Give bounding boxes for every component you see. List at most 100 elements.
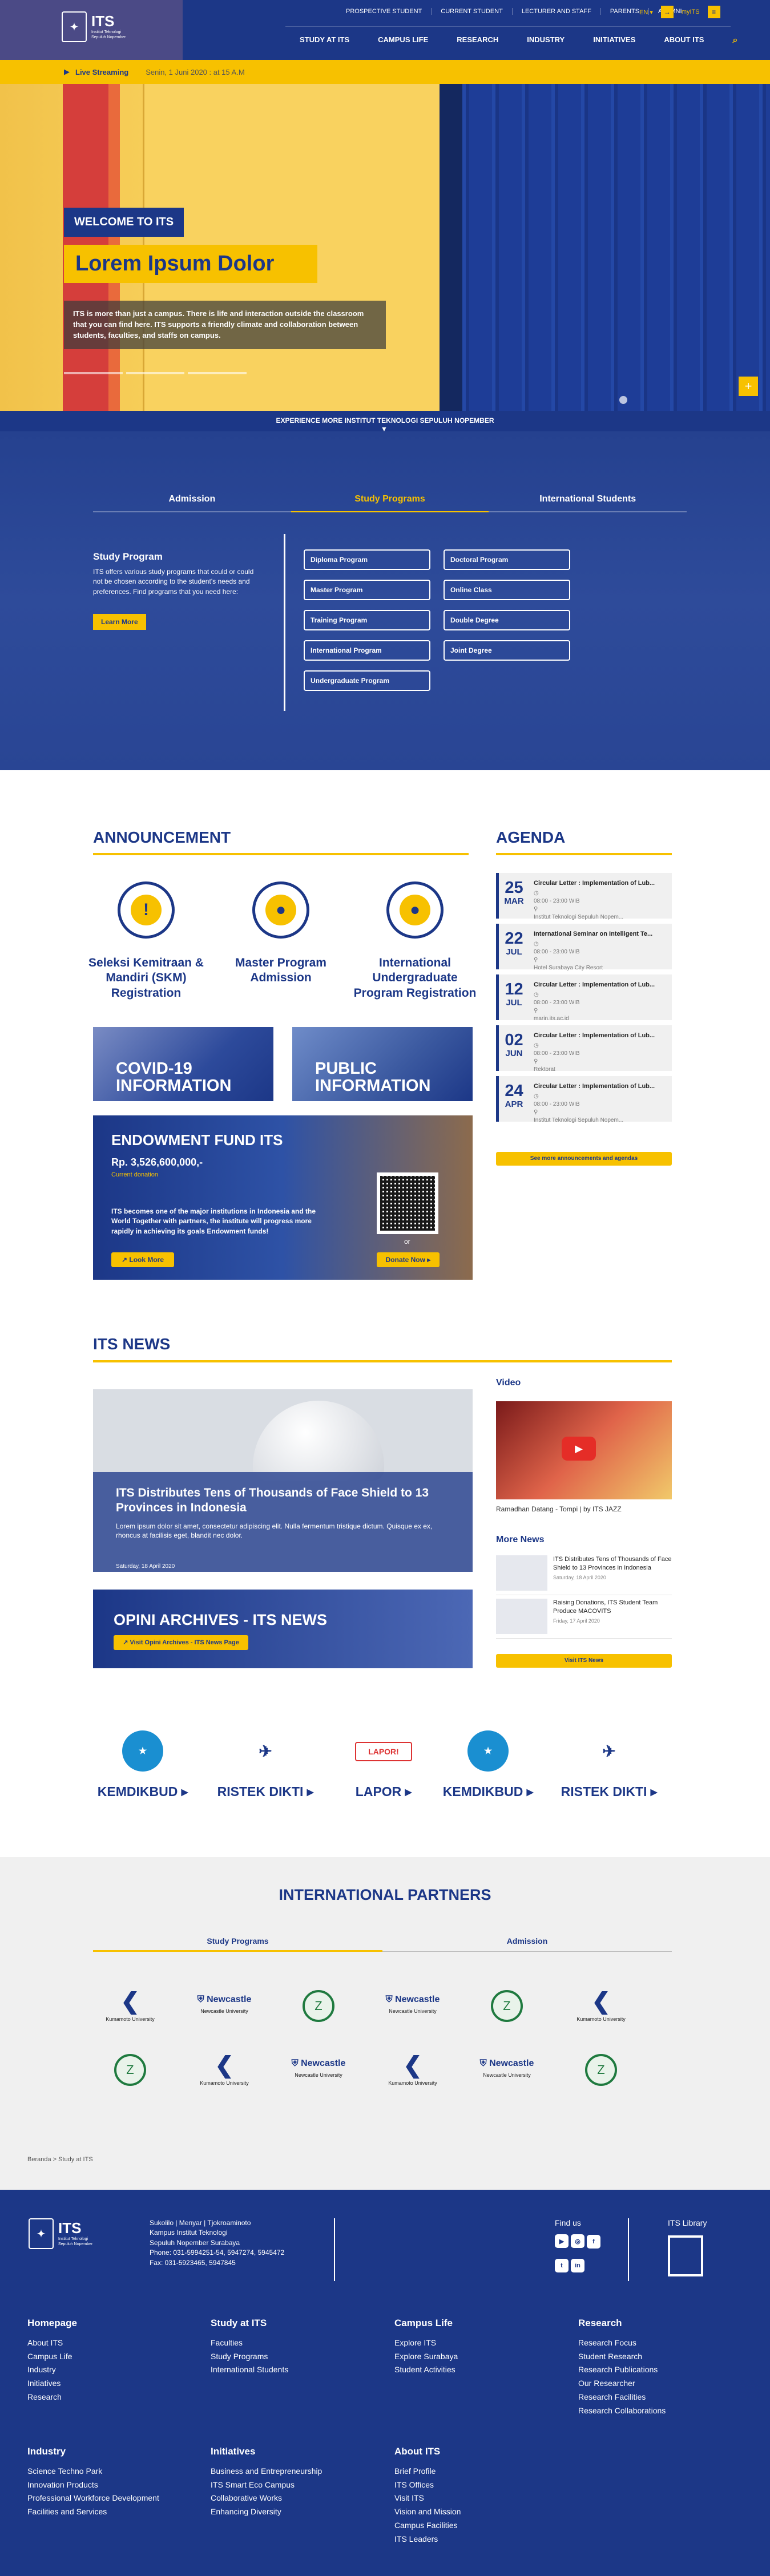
footer-link[interactable]: About ITS bbox=[27, 2336, 77, 2350]
footer-link[interactable]: Innovation Products bbox=[27, 2478, 159, 2492]
look-more-button[interactable]: ↗ Look More bbox=[111, 1252, 174, 1267]
twitter-icon[interactable]: t bbox=[555, 2258, 569, 2272]
hero-slider-indicator[interactable] bbox=[64, 372, 247, 374]
footer-column-heading[interactable]: Study at ITS bbox=[211, 2315, 288, 2332]
footer-column-heading[interactable]: Campus Life bbox=[394, 2315, 458, 2332]
footer-link[interactable]: Study Programs bbox=[211, 2350, 288, 2364]
footer-link[interactable]: Faculties bbox=[211, 2336, 288, 2350]
nav-study-at-its[interactable]: STUDY AT ITS bbox=[285, 35, 364, 46]
donate-now-button[interactable]: Donate Now ▸ bbox=[377, 1252, 440, 1267]
footer-link[interactable]: Research Collaborations bbox=[578, 2404, 666, 2418]
agenda-item[interactable]: 22 JUL International Seminar on Intelligen… bbox=[496, 924, 672, 971]
program-master[interactable]: Master Program bbox=[304, 580, 430, 600]
partners-tab-admission[interactable]: Admission bbox=[382, 1936, 672, 1952]
footer-link[interactable]: Collaborative Works bbox=[211, 2492, 322, 2505]
login-icon[interactable]: → bbox=[660, 6, 674, 18]
agenda-item[interactable]: 02 JUN Circular Letter : Implementation of… bbox=[496, 1025, 672, 1073]
footer-link[interactable]: ITS Offices bbox=[394, 2478, 461, 2492]
announcement-international[interactable]: International Undergraduate Program Regi… bbox=[349, 956, 481, 1001]
footer-link[interactable]: Enhancing Diversity bbox=[211, 2505, 322, 2519]
live-label[interactable]: Live Streaming bbox=[75, 68, 128, 76]
program-double-degree[interactable]: Double Degree bbox=[444, 610, 570, 630]
partner-logo[interactable]: ⛨ Newcastle Newcastle University bbox=[475, 2054, 538, 2078]
footer-link[interactable]: Science Techno Park bbox=[27, 2465, 159, 2478]
announcement-international-icon[interactable]: ● bbox=[386, 881, 444, 939]
menu-icon[interactable]: ≡ bbox=[707, 6, 720, 18]
partner-logo[interactable]: Z bbox=[287, 1990, 350, 2025]
nav-about-its[interactable]: ABOUT ITS bbox=[650, 35, 718, 46]
plus-icon[interactable]: + bbox=[739, 377, 758, 396]
link-lapor[interactable]: LAPOR! LAPOR ▸ bbox=[326, 1730, 441, 1799]
footer-column-heading[interactable]: About ITS bbox=[394, 2444, 461, 2460]
footer-link[interactable]: Student Activities bbox=[394, 2363, 458, 2377]
partner-logo[interactable]: ⛨ Newcastle Newcastle University bbox=[287, 2054, 350, 2078]
nav-initiatives[interactable]: INITIATIVES bbox=[579, 35, 650, 46]
featured-news-title[interactable]: ITS Distributes Tens of Thousands of Fac… bbox=[116, 1486, 436, 1516]
explore-more-bar[interactable]: EXPERIENCE MORE INSTITUT TEKNOLOGI SEPUL… bbox=[0, 411, 770, 433]
partner-logo[interactable]: Z bbox=[475, 1990, 538, 2025]
partner-logo[interactable]: Z bbox=[570, 2054, 632, 2089]
footer-link[interactable]: Vision and Mission bbox=[394, 2505, 461, 2519]
nav-research[interactable]: RESEARCH bbox=[442, 35, 513, 46]
footer-link[interactable]: Research Focus bbox=[578, 2336, 666, 2350]
agenda-item[interactable]: 24 APR Circular Letter : Implementation of… bbox=[496, 1076, 672, 1123]
learn-more-button[interactable]: Learn More bbox=[93, 614, 146, 630]
footer-column-heading[interactable]: Initiatives bbox=[211, 2444, 322, 2460]
footer-link[interactable]: International Students bbox=[211, 2363, 288, 2377]
footer-link[interactable]: Brief Profile bbox=[394, 2465, 461, 2478]
partner-logo[interactable]: Z bbox=[99, 2054, 162, 2089]
nav-industry[interactable]: INDUSTRY bbox=[513, 35, 579, 46]
footer-link[interactable]: Campus Life bbox=[27, 2350, 77, 2364]
footer-link[interactable]: ITS Leaders bbox=[394, 2533, 461, 2546]
footer-link[interactable]: Research Facilities bbox=[578, 2391, 666, 2404]
footer-link[interactable]: Initiatives bbox=[27, 2377, 77, 2391]
library-icon[interactable] bbox=[668, 2235, 703, 2276]
announcement-master-icon[interactable]: ● bbox=[252, 881, 309, 939]
visit-opini-button[interactable]: ↗ Visit Opini Archives - ITS News Page bbox=[114, 1635, 248, 1650]
footer-logo[interactable]: ✦ ITS Institut Teknologi Sepuluh Nopember bbox=[29, 2218, 98, 2249]
footer-column-heading[interactable]: Industry bbox=[27, 2444, 159, 2460]
footer-column-heading[interactable]: Research bbox=[578, 2315, 666, 2332]
link-current-student[interactable]: CURRENT STUDENT bbox=[432, 8, 513, 15]
linkedin-icon[interactable]: in bbox=[571, 2258, 584, 2272]
its-library-label[interactable]: ITS Library bbox=[668, 2218, 707, 2227]
play-video-icon[interactable]: ▶ bbox=[562, 1437, 596, 1461]
footer-column-heading[interactable]: Homepage bbox=[27, 2315, 77, 2332]
program-joint-degree[interactable]: Joint Degree bbox=[444, 640, 570, 661]
partner-logo[interactable]: ❮ Kumamoto University bbox=[381, 2054, 444, 2086]
footer-link[interactable]: Business and Entrepreneurship bbox=[211, 2465, 322, 2478]
tab-international-students[interactable]: International Students bbox=[489, 494, 687, 512]
language-selector[interactable]: EN ▾ bbox=[639, 9, 653, 16]
more-news-item[interactable]: ITS Distributes Tens of Thousands of Fac… bbox=[496, 1555, 672, 1595]
breadcrumb[interactable]: Beranda > Study at ITS bbox=[27, 2156, 93, 2163]
facebook-icon[interactable]: f bbox=[587, 2234, 600, 2249]
youtube-icon[interactable]: ▶ bbox=[555, 2234, 569, 2248]
program-doctoral[interactable]: Doctoral Program bbox=[444, 549, 570, 570]
agenda-item[interactable]: 12 JUL Circular Letter : Implementation of… bbox=[496, 974, 672, 1022]
nav-campus-life[interactable]: CAMPUS LIFE bbox=[364, 35, 442, 46]
link-lecturer-staff[interactable]: LECTURER AND STAFF bbox=[513, 8, 601, 15]
announcement-skm[interactable]: Seleksi Kemitraan & Mandiri (SKM) Regist… bbox=[80, 956, 212, 1001]
myits-link[interactable]: myITS bbox=[682, 9, 700, 15]
link-kemdikbud-2[interactable]: ★ KEMDIKBUD ▸ bbox=[431, 1730, 545, 1799]
announcement-skm-icon[interactable]: ! bbox=[118, 881, 175, 939]
partner-logo[interactable]: ⛨ Newcastle Newcastle University bbox=[381, 1990, 444, 2014]
video-player[interactable]: ▶ bbox=[496, 1401, 672, 1499]
covid-info-card[interactable]: COVID-19 INFORMATION bbox=[93, 1027, 273, 1101]
tab-admission[interactable]: Admission bbox=[93, 494, 291, 512]
program-international[interactable]: International Program bbox=[304, 640, 430, 661]
footer-link[interactable]: Explore Surabaya bbox=[394, 2350, 458, 2364]
footer-link[interactable]: Research Publications bbox=[578, 2363, 666, 2377]
partner-logo[interactable]: ⛨ Newcastle Newcastle University bbox=[193, 1990, 256, 2014]
public-info-card[interactable]: PUBLIC INFORMATION bbox=[292, 1027, 473, 1101]
footer-link[interactable]: Our Researcher bbox=[578, 2377, 666, 2391]
program-training[interactable]: Training Program bbox=[304, 610, 430, 630]
footer-link[interactable]: Facilities and Services bbox=[27, 2505, 159, 2519]
featured-news-card[interactable]: ITS Distributes Tens of Thousands of Fac… bbox=[93, 1389, 473, 1572]
footer-link[interactable]: Professional Workforce Development bbox=[27, 2492, 159, 2505]
footer-link[interactable]: ITS Smart Eco Campus bbox=[211, 2478, 322, 2492]
its-logo[interactable]: ✦ ITS Institut Teknologi Sepuluh Nopembe… bbox=[62, 11, 131, 42]
hero-pause-icon[interactable] bbox=[619, 396, 627, 404]
program-undergraduate[interactable]: Undergraduate Program bbox=[304, 670, 430, 691]
link-ristek-dikti[interactable]: ✈ RISTEK DIKTI ▸ bbox=[208, 1730, 322, 1799]
